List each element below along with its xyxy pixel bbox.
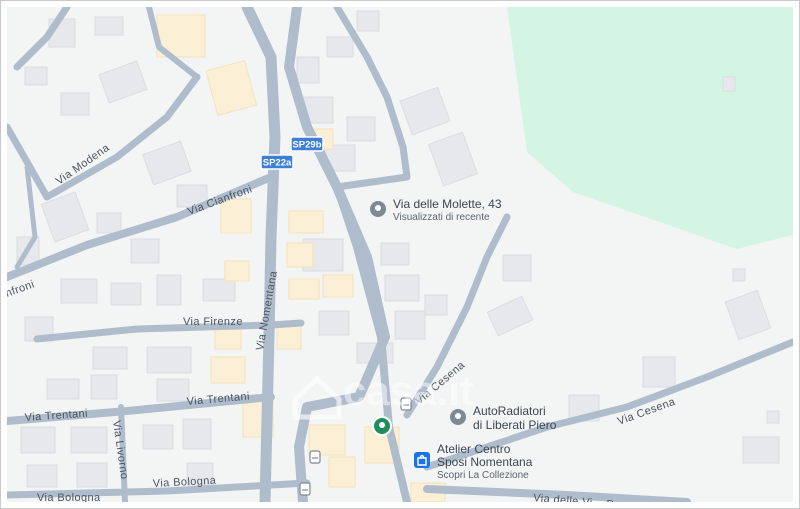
poi-auto-radiatori-line1: AutoRadiatori: [473, 404, 546, 418]
route-shield-sp29b-label: SP29b: [292, 140, 321, 151]
route-shield-sp22a-label: SP22a: [263, 158, 292, 169]
map-canvas[interactable]: SP29b SP22a Via Modena Via Cianfroni nfr…: [7, 7, 793, 502]
poi-atelier-line1: Atelier Centro: [437, 442, 511, 456]
poi-green-marker[interactable]: [372, 416, 392, 436]
watermark-text: casa.it: [343, 367, 474, 414]
map-frame: SP29b SP22a Via Modena Via Cianfroni nfr…: [0, 0, 800, 509]
bus-stop-icon[interactable]: [309, 450, 321, 464]
poi-recent-place-title: Via delle Molette, 43: [393, 197, 502, 211]
label-via-firenze: Via Firenze: [183, 316, 243, 328]
label-via-bologna: Via Bologna: [37, 492, 101, 502]
route-shield-sp22a: SP22a: [260, 154, 294, 170]
route-shield-sp29b: SP29b: [290, 136, 324, 152]
poi-recent-place-subtitle: Visualizzati di recente: [393, 212, 490, 223]
poi-atelier-subtitle: Scopri La Collezione: [437, 470, 529, 481]
poi-atelier-line2: Sposi Nomentana: [437, 455, 533, 469]
bus-stop-icon[interactable]: [299, 482, 311, 496]
poi-auto-radiatori-line2: di Liberati Piero: [473, 418, 557, 432]
